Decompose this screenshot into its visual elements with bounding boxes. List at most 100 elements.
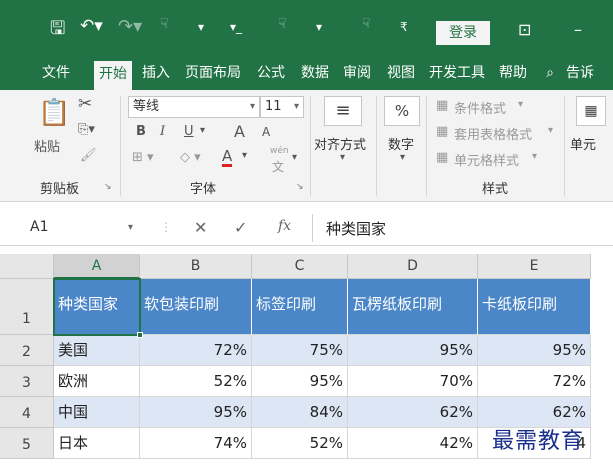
- grow-font-button[interactable]: A: [234, 122, 245, 141]
- redo-icon[interactable]: ↷▾: [118, 16, 142, 37]
- shrink-font-button[interactable]: A: [262, 125, 270, 139]
- row-header-1[interactable]: 1: [0, 279, 54, 335]
- conditional-format-dropdown-icon[interactable]: ▾: [518, 99, 523, 110]
- bold-button[interactable]: B: [136, 124, 146, 139]
- phonetic-dropdown-icon[interactable]: ▾: [292, 152, 297, 163]
- table-cell[interactable]: 70%: [348, 366, 478, 397]
- tab-tell-me[interactable]: 告诉: [566, 60, 606, 86]
- conditional-format-button[interactable]: 条件格式: [454, 98, 506, 117]
- table-cell[interactable]: 52%: [140, 366, 252, 397]
- column-header-a[interactable]: A: [54, 254, 140, 279]
- header-cell-label-printing[interactable]: 标签印刷: [252, 279, 348, 335]
- table-cell[interactable]: 52%: [252, 428, 348, 459]
- paste-label[interactable]: 粘贴: [34, 136, 60, 155]
- enter-icon[interactable]: ✓: [234, 218, 247, 237]
- format-painter-icon[interactable]: 🖌: [80, 148, 97, 163]
- fill-handle[interactable]: [137, 332, 143, 338]
- cells-label[interactable]: 单元: [570, 134, 596, 153]
- table-cell[interactable]: 95%: [140, 397, 252, 428]
- search-icon[interactable]: ⌕: [540, 60, 560, 86]
- table-format-icon[interactable]: ▦: [436, 124, 448, 139]
- underline-dropdown-icon[interactable]: ▾: [200, 125, 205, 136]
- font-color-button[interactable]: A: [222, 148, 233, 167]
- tab-view[interactable]: 视图: [382, 60, 420, 86]
- alignment-icon[interactable]: ≡: [324, 96, 362, 126]
- save-icon[interactable]: 🖫: [50, 16, 65, 46]
- tab-help[interactable]: 帮助: [494, 60, 532, 86]
- customize-qat-icon[interactable]: ▾: [198, 20, 204, 34]
- undo-icon[interactable]: ↶▾: [80, 16, 103, 36]
- table-format-dropdown-icon[interactable]: ▾: [548, 125, 553, 136]
- font-launcher-icon[interactable]: ↘: [296, 182, 304, 192]
- paste-icon[interactable]: 📋: [38, 98, 70, 128]
- font-color-dropdown-icon[interactable]: ▾: [242, 150, 247, 161]
- borders-icon[interactable]: ⊞ ▾: [132, 150, 154, 165]
- qat-customize-icon[interactable]: ₹: [400, 20, 408, 34]
- table-cell[interactable]: 42%: [348, 428, 478, 459]
- cells-icon[interactable]: ▦: [576, 96, 606, 126]
- row-header-2[interactable]: 2: [0, 335, 54, 366]
- table-cell[interactable]: 95%: [348, 335, 478, 366]
- login-button[interactable]: 登录: [436, 21, 490, 45]
- table-cell[interactable]: 62%: [348, 397, 478, 428]
- cancel-icon[interactable]: ✕: [194, 218, 207, 237]
- tab-file[interactable]: 文件: [36, 60, 76, 86]
- name-box[interactable]: A1: [30, 219, 48, 235]
- tab-review[interactable]: 审阅: [338, 60, 376, 86]
- table-cell[interactable]: 欧洲: [54, 366, 140, 397]
- qat-dropdown-icon[interactable]: ▾: [316, 20, 322, 34]
- clipboard-launcher-icon[interactable]: ↘: [104, 182, 112, 192]
- phonetic-glyph-icon[interactable]: 文: [272, 158, 284, 175]
- row-header-5[interactable]: 5: [0, 428, 54, 459]
- table-cell[interactable]: 95%: [478, 335, 591, 366]
- italic-button[interactable]: I: [160, 124, 165, 139]
- table-format-button[interactable]: 套用表格格式: [454, 124, 532, 143]
- tab-insert[interactable]: 插入: [138, 60, 174, 86]
- touch-icon-2[interactable]: ☟: [278, 16, 287, 32]
- table-cell[interactable]: 中国: [54, 397, 140, 428]
- qat-more-icon[interactable]: ▾_: [230, 20, 242, 34]
- row-header-3[interactable]: 3: [0, 366, 54, 397]
- header-cell-category[interactable]: 种类国家: [54, 279, 140, 335]
- cut-icon[interactable]: ✂: [78, 94, 92, 114]
- phonetic-guide-button[interactable]: wén: [270, 146, 289, 156]
- table-cell[interactable]: 美国: [54, 335, 140, 366]
- name-box-dropdown-icon[interactable]: ▾: [128, 222, 133, 233]
- table-cell[interactable]: 72%: [140, 335, 252, 366]
- tab-page-layout[interactable]: 页面布局: [180, 60, 246, 86]
- row-header-4[interactable]: 4: [0, 397, 54, 428]
- tab-developer[interactable]: 开发工具: [424, 60, 490, 86]
- table-cell[interactable]: 84%: [252, 397, 348, 428]
- ribbon-display-icon[interactable]: ⊡: [518, 20, 531, 39]
- touch-icon-3[interactable]: ☟: [362, 16, 371, 32]
- table-cell[interactable]: 95%: [252, 366, 348, 397]
- select-all-corner[interactable]: [0, 254, 54, 279]
- header-cell-corrugated[interactable]: 瓦楞纸板印刷: [348, 279, 478, 335]
- table-cell[interactable]: 72%: [478, 366, 591, 397]
- formula-input[interactable]: 种类国家: [326, 218, 386, 239]
- column-header-b[interactable]: B: [140, 254, 252, 279]
- alignment-dropdown-icon[interactable]: ▾: [340, 152, 345, 163]
- minimize-icon[interactable]: –: [574, 20, 582, 39]
- touch-mode-icon[interactable]: ☟: [160, 16, 169, 32]
- column-header-e[interactable]: E: [478, 254, 591, 279]
- column-header-d[interactable]: D: [348, 254, 478, 279]
- header-cell-cardboard[interactable]: 卡纸板印刷: [478, 279, 591, 335]
- tab-data[interactable]: 数据: [296, 60, 334, 86]
- cell-styles-button[interactable]: 单元格样式: [454, 150, 519, 169]
- percent-icon[interactable]: %: [384, 96, 420, 126]
- header-cell-flexible-packaging[interactable]: 软包装印刷: [140, 279, 252, 335]
- number-dropdown-icon[interactable]: ▾: [400, 152, 405, 163]
- tab-home[interactable]: 开始: [94, 61, 132, 90]
- tab-formulas[interactable]: 公式: [252, 60, 290, 86]
- cell-styles-dropdown-icon[interactable]: ▾: [532, 151, 537, 162]
- conditional-format-icon[interactable]: ▦: [436, 98, 448, 113]
- copy-icon[interactable]: ⎘▾: [78, 122, 95, 137]
- font-name-select[interactable]: 等线 ▾: [128, 96, 260, 118]
- alignment-label[interactable]: 对齐方式: [314, 134, 366, 153]
- number-label[interactable]: 数字: [388, 134, 414, 153]
- font-size-select[interactable]: 11 ▾: [260, 96, 304, 118]
- table-cell[interactable]: 74%: [140, 428, 252, 459]
- table-cell[interactable]: 日本: [54, 428, 140, 459]
- column-header-c[interactable]: C: [252, 254, 348, 279]
